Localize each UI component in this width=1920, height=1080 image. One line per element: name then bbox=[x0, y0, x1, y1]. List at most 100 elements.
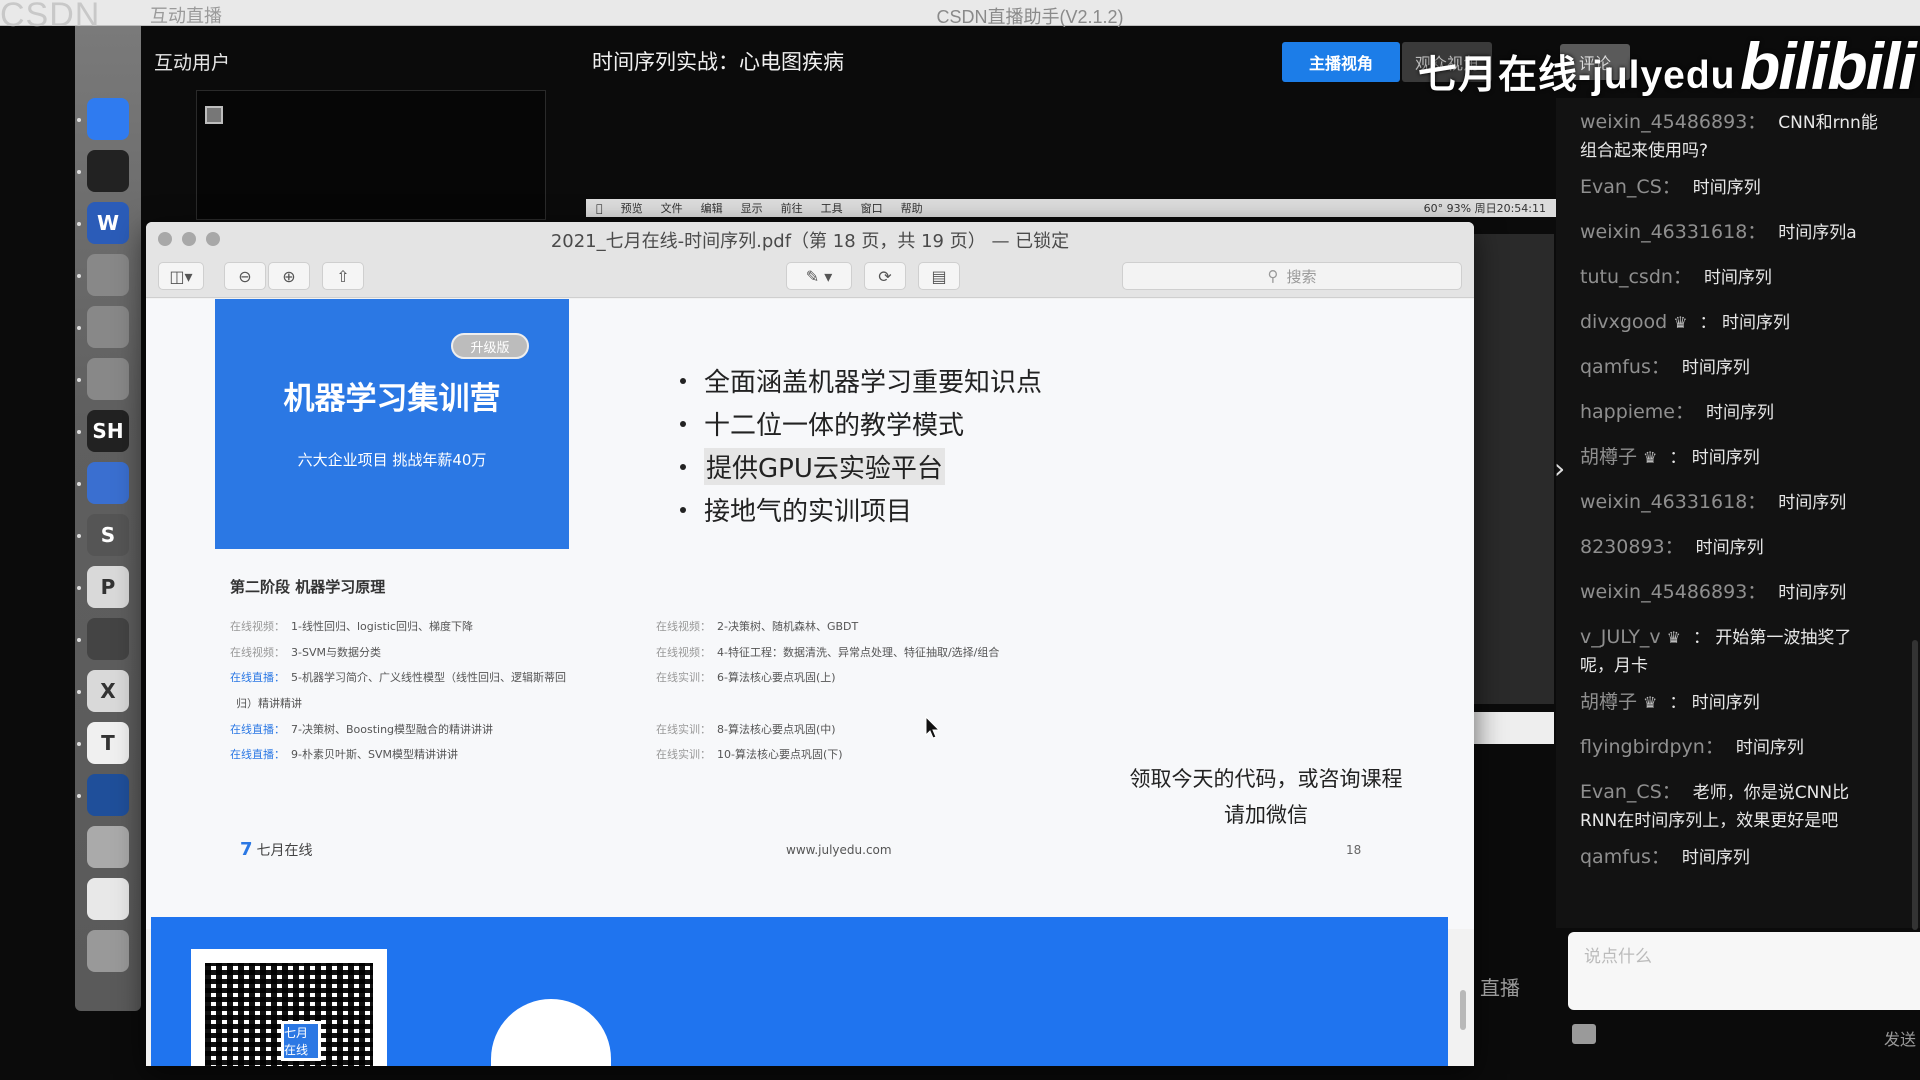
live-label: 直播 bbox=[1480, 976, 1520, 1000]
sublime-icon[interactable]: S bbox=[87, 514, 129, 556]
document-icon[interactable] bbox=[87, 878, 129, 920]
interaction-users-title: 互动用户 bbox=[154, 52, 231, 74]
chat-text: 时间序列 bbox=[1692, 178, 1761, 198]
share-icon: ⇧ bbox=[336, 266, 350, 286]
trash-icon[interactable] bbox=[87, 930, 129, 972]
word-icon[interactable]: W bbox=[87, 202, 129, 244]
course-text: 5-机器学习简介、广义线性模型（线性回归、逻辑斯蒂回 bbox=[291, 671, 566, 684]
crown-icon: ♛ bbox=[1673, 313, 1688, 332]
mac-menu-item[interactable]: 工具 bbox=[821, 200, 843, 216]
course-tag: 在线直播： bbox=[230, 723, 285, 736]
zoom-in-button[interactable]: ⊕ bbox=[268, 262, 310, 290]
chat-text-continued: 组合起来使用吗? bbox=[1580, 141, 1709, 161]
typora-icon[interactable]: T bbox=[87, 722, 129, 764]
share-button[interactable]: ⇧ bbox=[322, 262, 364, 290]
chat-text: ： 时间序列 bbox=[1699, 313, 1790, 333]
chat-username[interactable]: weixin_45486893： bbox=[1580, 111, 1766, 133]
chat-username[interactable]: flyingbirdpyn： bbox=[1580, 736, 1724, 758]
chat-username[interactable]: weixin_46331618： bbox=[1580, 221, 1766, 243]
qq-icon[interactable] bbox=[87, 150, 129, 192]
chat-username[interactable]: tutu_csdn： bbox=[1580, 266, 1692, 288]
chat-text-continued: RNN在时间序列上，效果更好是吧 bbox=[1580, 811, 1839, 831]
running-indicator bbox=[77, 430, 81, 434]
preview-icon[interactable] bbox=[87, 826, 129, 868]
chat-message: qamfus： 时间序列 bbox=[1580, 353, 1910, 382]
video-icon[interactable] bbox=[87, 774, 129, 816]
mac-status: 60° 93% 周日20:54:11 bbox=[1423, 202, 1546, 215]
wechat-icon[interactable] bbox=[87, 358, 129, 400]
chat-panel: weixin_45486893： CNN和rnn能 组合起来使用吗? Evan_CS：… bbox=[1556, 98, 1920, 928]
course-tag: 在线视频： bbox=[230, 646, 285, 659]
mac-menu-item[interactable]: 窗口 bbox=[861, 200, 883, 216]
chat-username[interactable]: v_JULY_v bbox=[1580, 626, 1661, 648]
chat-input[interactable]: 说点什么 bbox=[1568, 932, 1920, 1010]
running-indicator bbox=[77, 170, 81, 174]
background-input-preview bbox=[1474, 712, 1554, 744]
chat-username[interactable]: divxgood bbox=[1580, 311, 1667, 333]
chat-username[interactable]: 胡樽子 bbox=[1580, 446, 1637, 468]
wechat-icon[interactable] bbox=[87, 254, 129, 296]
chat-username[interactable]: happieme： bbox=[1580, 401, 1694, 423]
image-icon[interactable] bbox=[1572, 1024, 1596, 1044]
course-text: 2-决策树、随机森林、GBDT bbox=[717, 620, 859, 633]
running-indicator bbox=[77, 794, 81, 798]
mac-menu-item[interactable]: 文件 bbox=[661, 200, 683, 216]
chat-message: v_JULY_v ♛ ： 开始第一波抽奖了 呢，月卡 bbox=[1580, 623, 1910, 680]
chat-message: weixin_46331618： 时间序列 bbox=[1580, 488, 1910, 517]
running-indicator bbox=[77, 534, 81, 538]
finder-icon[interactable] bbox=[87, 98, 129, 140]
chevron-right-icon[interactable]: › bbox=[1554, 452, 1565, 485]
mac-menu-item[interactable]: 帮助 bbox=[901, 200, 923, 216]
chrome-icon[interactable] bbox=[87, 462, 129, 504]
stage-heading: 第二阶段 机器学习原理 bbox=[230, 578, 386, 596]
apple-icon:  bbox=[596, 202, 603, 215]
mac-menubar:  预览 文件 编辑 显示 前往 工具 窗口 帮助 60° 93% 周日20:54:11 bbox=[586, 199, 1556, 217]
user-checkbox[interactable] bbox=[205, 106, 223, 124]
pdf-title: 2021_七月在线-时间序列.pdf（第 18 页，共 19 页） — 已锁定 bbox=[550, 231, 1070, 252]
chat-username[interactable]: weixin_45486893： bbox=[1580, 581, 1766, 603]
mac-menu-item[interactable]: 编辑 bbox=[701, 200, 723, 216]
chat-username[interactable]: 8230893： bbox=[1580, 536, 1684, 558]
course-item: 在线视频： 4-特征工程：数据清洗、异常点处理、特征抽取/选择/组合 bbox=[656, 644, 999, 660]
chat-text: ： 时间序列 bbox=[1669, 448, 1760, 468]
course-tag: 在线视频： bbox=[656, 646, 711, 659]
course-tag: 在线实训： bbox=[656, 748, 711, 761]
zoom-out-button[interactable]: ⊖ bbox=[224, 262, 266, 290]
powerpoint-icon[interactable]: P bbox=[87, 566, 129, 608]
toolbox-button[interactable]: ▤ bbox=[918, 262, 960, 290]
sidebar-toggle-button[interactable]: ◫▾ bbox=[158, 262, 204, 290]
chat-username[interactable]: qamfus： bbox=[1580, 356, 1670, 378]
crown-icon: ♛ bbox=[1666, 628, 1682, 647]
course-text: 7-决策树、Boosting模型融合的精讲讲讲 bbox=[291, 723, 494, 736]
chat-username[interactable]: weixin_46331618： bbox=[1580, 491, 1766, 513]
bullet-item: 全面涵盖机器学习重要知识点 bbox=[680, 359, 1042, 402]
excel-icon[interactable]: X bbox=[87, 670, 129, 712]
running-indicator bbox=[77, 118, 81, 122]
pdf-preview-window: 2021_七月在线-时间序列.pdf（第 18 页，共 19 页） — 已锁定 … bbox=[146, 222, 1474, 1066]
pdf-search-field[interactable]: ⚲ 搜索 bbox=[1122, 262, 1462, 290]
user-video-area bbox=[196, 90, 546, 220]
chat-username[interactable]: Evan_CS： bbox=[1580, 176, 1681, 198]
course-item: 在线实训： 10-算法核心要点巩固(下) bbox=[656, 746, 843, 762]
chat-username[interactable]: qamfus： bbox=[1580, 846, 1670, 868]
mac-menu-item[interactable]: 显示 bbox=[741, 200, 763, 216]
telegram-icon[interactable] bbox=[87, 618, 129, 660]
course-tag: 在线实训： bbox=[656, 671, 711, 684]
wechat-icon[interactable] bbox=[87, 306, 129, 348]
send-button[interactable]: 发送 bbox=[1884, 1026, 1916, 1050]
mac-menu-item[interactable]: 预览 bbox=[621, 200, 643, 216]
host-view-button[interactable]: 主播视角 bbox=[1282, 42, 1400, 82]
chat-message: flyingbirdpyn： 时间序列 bbox=[1580, 733, 1910, 762]
background-chat-preview bbox=[1474, 234, 1554, 704]
chat-username[interactable]: Evan_CS： bbox=[1580, 781, 1681, 803]
consult-text: 领取今天的代码，或咨询课程 请加微信 bbox=[1129, 767, 1403, 827]
terminal-icon[interactable]: SH bbox=[87, 410, 129, 452]
mac-menu-item[interactable]: 前往 bbox=[781, 200, 803, 216]
chat-username[interactable]: 胡樽子 bbox=[1580, 691, 1637, 713]
rotate-button[interactable]: ⟳ bbox=[864, 262, 906, 290]
markup-button[interactable]: ✎ ▾ bbox=[786, 262, 852, 290]
course-tag: 在线实训： bbox=[656, 723, 711, 736]
pdf-scrollbar[interactable] bbox=[1460, 990, 1466, 1030]
dock: W SH S P X T bbox=[75, 26, 141, 1011]
chat-scrollbar[interactable] bbox=[1912, 640, 1918, 930]
